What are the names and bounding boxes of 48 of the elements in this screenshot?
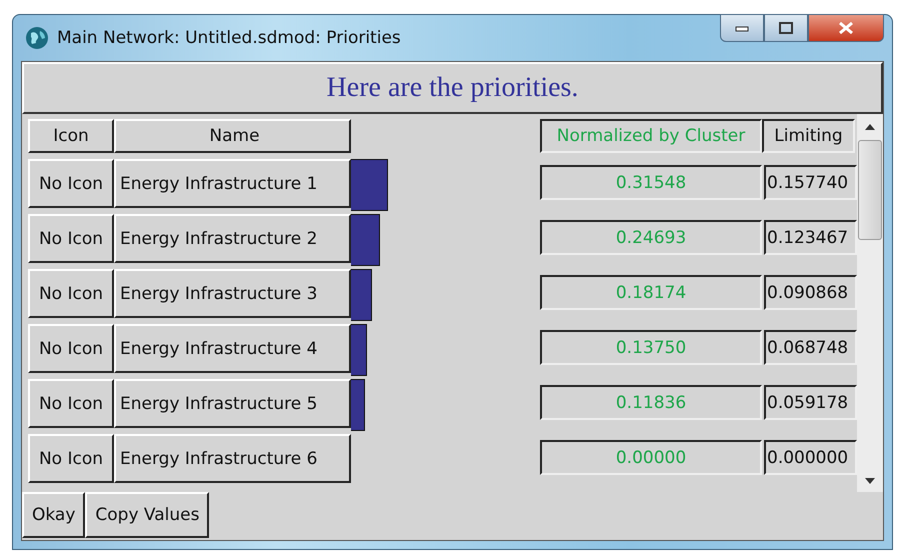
name-cell: Energy Infrastructure 5 bbox=[114, 379, 351, 428]
heading-text: Here are the priorities. bbox=[326, 72, 578, 104]
window-title: Main Network: Untitled.sdmod: Priorities bbox=[57, 28, 402, 48]
icon-cell: No Icon bbox=[28, 214, 114, 263]
value-field: 0.123467 bbox=[764, 220, 857, 255]
value-field: 0.13750 bbox=[540, 330, 762, 365]
value-field: 0.068748 bbox=[764, 330, 857, 365]
priority-bar bbox=[351, 269, 372, 321]
value-field: 0.24693 bbox=[540, 220, 762, 255]
scroll-up-icon[interactable] bbox=[865, 124, 875, 130]
scrollbar[interactable] bbox=[857, 114, 883, 492]
priority-bar bbox=[351, 379, 365, 431]
priority-bar bbox=[351, 214, 380, 266]
value-field: 0.059178 bbox=[764, 385, 857, 420]
name-cell: Energy Infrastructure 2 bbox=[114, 214, 351, 263]
column-header: Icon bbox=[28, 119, 114, 153]
name-cell: Energy Infrastructure 1 bbox=[114, 159, 351, 208]
dialog-button[interactable]: Copy Values bbox=[85, 492, 210, 538]
name-cell: Energy Infrastructure 4 bbox=[114, 324, 351, 373]
icon-cell: No Icon bbox=[28, 379, 114, 428]
column-header: Normalized by Cluster bbox=[540, 119, 762, 153]
column-header: Limiting bbox=[762, 119, 855, 153]
value-field: 0.157740 bbox=[764, 165, 857, 200]
minimize-icon bbox=[735, 24, 749, 32]
value-field: 0.18174 bbox=[540, 275, 762, 310]
icon-cell: No Icon bbox=[28, 324, 114, 373]
dialog-button[interactable]: Okay bbox=[22, 492, 86, 538]
value-field: 0.11836 bbox=[540, 385, 762, 420]
globe-icon bbox=[25, 26, 49, 50]
name-cell: Energy Infrastructure 3 bbox=[114, 269, 351, 318]
value-field: 0.090868 bbox=[764, 275, 857, 310]
value-field: 0.00000 bbox=[540, 440, 762, 475]
scroll-down-icon[interactable] bbox=[865, 478, 875, 484]
minimize-button[interactable] bbox=[720, 14, 764, 42]
icon-cell: No Icon bbox=[28, 434, 114, 483]
maximize-button[interactable] bbox=[764, 14, 808, 42]
scroll-thumb[interactable] bbox=[858, 140, 882, 240]
icon-cell: No Icon bbox=[28, 159, 114, 208]
name-cell: Energy Infrastructure 6 bbox=[114, 434, 351, 483]
value-field: 0.000000 bbox=[764, 440, 857, 475]
maximize-icon bbox=[779, 22, 793, 34]
priority-bar bbox=[351, 159, 388, 211]
column-header: Name bbox=[114, 119, 351, 153]
icon-cell: No Icon bbox=[28, 269, 114, 318]
close-icon bbox=[838, 22, 854, 34]
value-field: 0.31548 bbox=[540, 165, 762, 200]
close-button[interactable] bbox=[808, 14, 884, 42]
priority-bar bbox=[351, 324, 368, 376]
